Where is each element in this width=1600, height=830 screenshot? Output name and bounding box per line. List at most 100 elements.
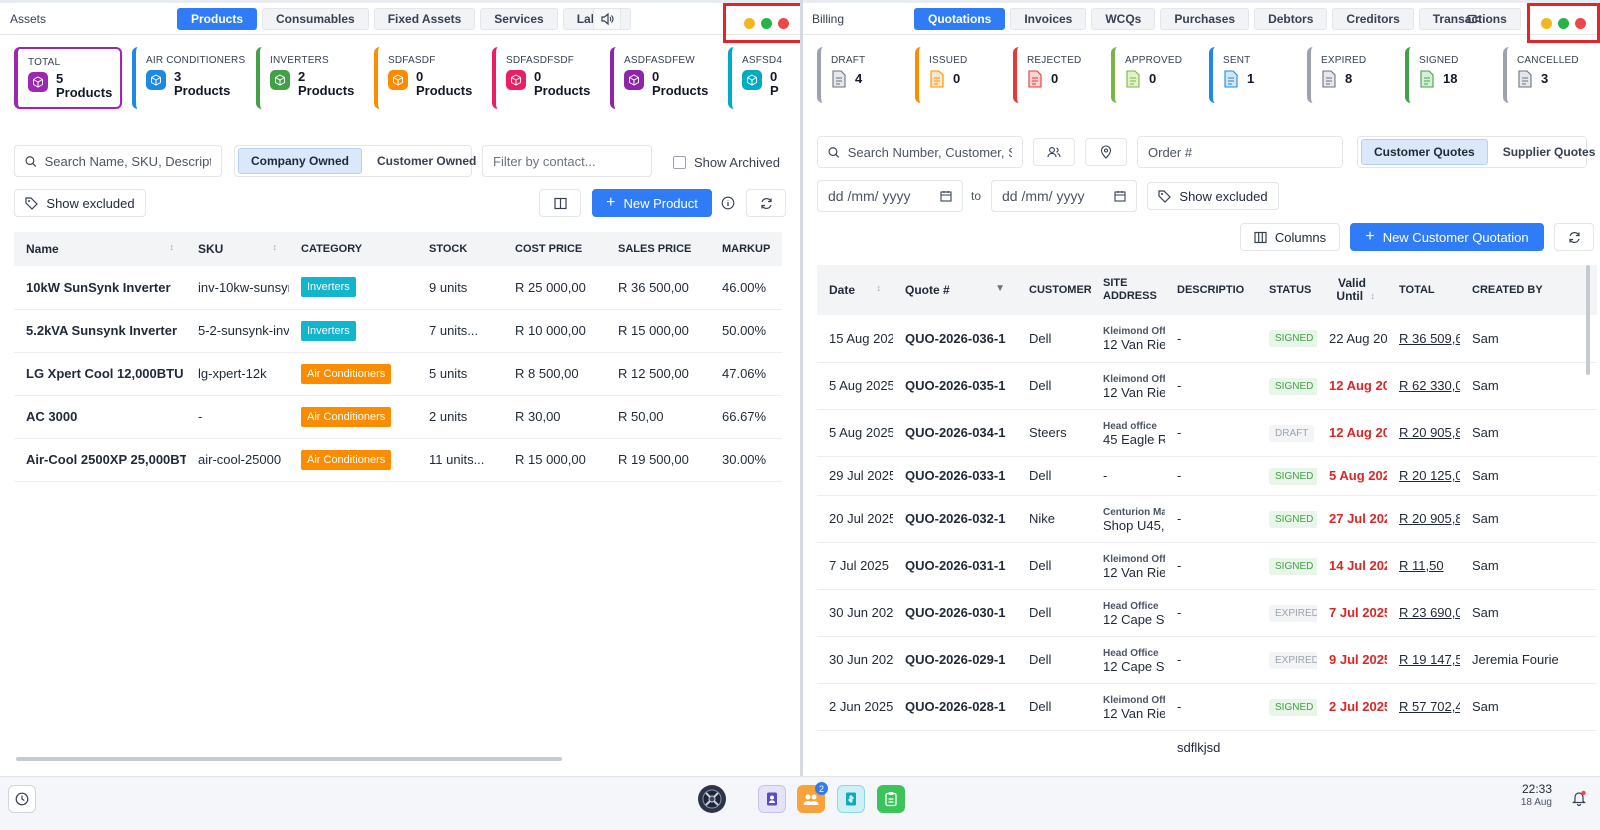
col-site-address[interactable]: SITE ADDRESS (1091, 265, 1165, 315)
product-search-input[interactable]: Search Name, SKU, Description (14, 145, 222, 177)
card-draft[interactable]: DRAFT 4 (817, 47, 907, 103)
taskbar-app-clipboard[interactable] (877, 785, 905, 813)
horizontal-scrollbar[interactable] (16, 757, 562, 761)
customer-owned-option[interactable]: Customer Owned (364, 148, 489, 174)
tab-products[interactable]: Products (177, 8, 258, 30)
col-name[interactable]: Name ↕ (14, 232, 186, 266)
tab-purchases[interactable]: Purchases (1160, 8, 1250, 30)
table-row[interactable]: 2 Jun 2025 QUO-2026-028-1 Dell Kleimond … (817, 683, 1597, 731)
table-row[interactable]: 5 Aug 2025 QUO-2026-034-1 Steers Head of… (817, 409, 1597, 457)
col-created-by[interactable]: CREATED BY (1460, 265, 1597, 315)
table-row[interactable]: 29 Jul 2025 QUO-2026-033-1 Dell - - SIGN… (817, 456, 1597, 496)
company-owned-option[interactable]: Company Owned (238, 148, 363, 174)
card-air-conditioners[interactable]: AIR CONDITIONERS 3 Products (132, 47, 246, 109)
col-sku[interactable]: SKU ↕ (186, 232, 289, 266)
card-asfsd4[interactable]: ASFSD4 0P (728, 47, 800, 109)
quote-search-input[interactable]: Search Number, Customer, Site (817, 136, 1023, 168)
refresh-button[interactable] (1554, 223, 1594, 251)
col-quote-number[interactable]: Quote # ▼ (893, 265, 1017, 315)
vertical-scrollbar[interactable] (1586, 265, 1590, 375)
tab-consumables[interactable]: Consumables (262, 8, 369, 30)
tab-creditors[interactable]: Creditors (1332, 8, 1414, 30)
column-layout-button[interactable] (539, 189, 581, 217)
card-signed[interactable]: SIGNED 18 (1405, 47, 1495, 103)
col-valid-until[interactable]: Valid Until ↕ (1317, 265, 1387, 315)
col-sales-price[interactable]: SALES PRICE (606, 232, 710, 266)
table-row[interactable]: 30 Jun 2025 QUO-2026-029-1 Dell Head Off… (817, 636, 1597, 684)
date-to-input[interactable]: dd /mm/ yyyy (991, 180, 1137, 212)
table-row[interactable]: 7 Jul 2025 QUO-2026-031-1 Dell Kleimond … (817, 542, 1597, 590)
table-row[interactable]: 20 Jul 2025 QUO-2026-032-1 Nike Centurio… (817, 495, 1597, 543)
col-total[interactable]: TOTAL (1387, 265, 1460, 315)
card-approved[interactable]: APPROVED 0 (1111, 47, 1201, 103)
supplier-quotes-option[interactable]: Supplier Quotes (1490, 139, 1600, 165)
app-logo-launcher[interactable] (698, 785, 726, 813)
table-row[interactable]: 10kW SunSynk Inverter inv-10kw-sunsynk I… (14, 266, 782, 310)
tab-invoices[interactable]: Invoices (1010, 8, 1087, 30)
tab-services[interactable]: Services (480, 8, 558, 30)
card-rejected[interactable]: REJECTED 0 (1013, 47, 1103, 103)
table-row[interactable]: Air-Cool 2500XP 25,000BTU air-cool-25000… (14, 438, 782, 482)
sort-icon[interactable]: ↕ (170, 242, 175, 252)
show-archived-checkbox[interactable]: Show Archived (673, 155, 780, 170)
new-product-button[interactable]: + New Product (592, 189, 712, 217)
show-excluded-button[interactable]: Show excluded (14, 189, 146, 217)
col-stock[interactable]: STOCK (417, 232, 503, 266)
card-sdfasdf[interactable]: SDFASDF 0 Products (374, 47, 482, 109)
checkbox-square[interactable] (673, 156, 686, 169)
taskbar-app-team[interactable]: 2 (797, 782, 828, 813)
info-button[interactable] (716, 191, 740, 215)
columns-button[interactable]: Columns (1240, 223, 1340, 251)
taskbar-app-assets[interactable] (758, 785, 786, 813)
card-asdfasdfew[interactable]: ASDFASDFEW 0 Products (610, 47, 718, 109)
card-inverters[interactable]: INVERTERS 2 Products (256, 47, 364, 109)
show-excluded-button[interactable]: Show excluded (1147, 182, 1279, 210)
table-row[interactable]: AC 3000 - Air Conditioners 2 units R 30,… (14, 395, 782, 439)
order-number-input[interactable]: Order # (1137, 136, 1343, 168)
history-button[interactable] (8, 785, 36, 813)
col-description[interactable]: DESCRIPTIO (1165, 265, 1257, 315)
customer-filter-button[interactable] (1033, 138, 1075, 166)
table-row[interactable]: LG Xpert Cool 12,000BTU lg-xpert-12k Air… (14, 352, 782, 396)
tab-fixed-assets[interactable]: Fixed Assets (373, 8, 476, 30)
new-customer-quotation-button[interactable]: + New Customer Quotation (1350, 223, 1544, 251)
maximize-button[interactable] (760, 17, 772, 29)
close-button[interactable] (777, 17, 789, 29)
calendar-icon[interactable] (940, 190, 952, 202)
taskbar-app-billing[interactable] (837, 785, 865, 813)
tab-debtors[interactable]: Debtors (1254, 8, 1328, 30)
col-date[interactable]: Date ↕ (817, 265, 893, 315)
refresh-button[interactable] (746, 189, 786, 217)
sort-desc-icon[interactable]: ▼ (995, 283, 1005, 294)
minimize-button[interactable] (743, 17, 755, 29)
col-customer[interactable]: CUSTOMER (1017, 265, 1091, 315)
system-clock[interactable]: 22:33 18 Aug (1521, 783, 1552, 809)
table-row[interactable]: 30 Jun 2025 QUO-2026-030-1 Dell Head Off… (817, 589, 1597, 637)
maximize-button[interactable] (1558, 17, 1569, 29)
video-button[interactable] (1460, 8, 1488, 30)
minimize-button[interactable] (1541, 17, 1552, 29)
col-markup[interactable]: MARKUP (710, 232, 782, 266)
card-sdfasdfsdf[interactable]: SDFASDFSDF 0 Products (492, 47, 600, 109)
col-category[interactable]: CATEGORY (289, 232, 417, 266)
card-expired[interactable]: EXPIRED 8 (1307, 47, 1397, 103)
card-issued[interactable]: ISSUED 0 (915, 47, 1005, 103)
customer-quotes-option[interactable]: Customer Quotes (1361, 139, 1488, 165)
location-filter-button[interactable] (1085, 138, 1127, 166)
tab-quotations[interactable]: Quotations (914, 8, 1006, 30)
table-row[interactable]: 15 Aug 2025 QUO-2026-036-1 Dell Kleimond… (817, 315, 1597, 363)
tab-wcqs[interactable]: WCQs (1091, 8, 1156, 30)
notifications-button[interactable] (1568, 787, 1590, 809)
speaker-button[interactable] (593, 8, 621, 30)
table-row[interactable]: 5 Aug 2025 QUO-2026-035-1 Dell Kleimond … (817, 362, 1597, 410)
card-cancelled[interactable]: CANCELLED 3 (1503, 47, 1593, 103)
date-from-input[interactable]: dd /mm/ yyyy (817, 180, 963, 212)
sort-icon[interactable]: ↕ (877, 283, 882, 293)
close-button[interactable] (1575, 17, 1586, 29)
table-row[interactable]: 5.2kVA Sunsynk Inverter 5-2-sunsynk-inve… (14, 309, 782, 353)
card-total[interactable]: TOTAL 5 Products (14, 47, 122, 109)
col-status[interactable]: STATUS (1257, 265, 1317, 315)
col-cost-price[interactable]: COST PRICE (503, 232, 606, 266)
sort-icon[interactable]: ↕ (273, 242, 278, 252)
table-row-partial[interactable]: sdflkjsd (817, 730, 1597, 764)
